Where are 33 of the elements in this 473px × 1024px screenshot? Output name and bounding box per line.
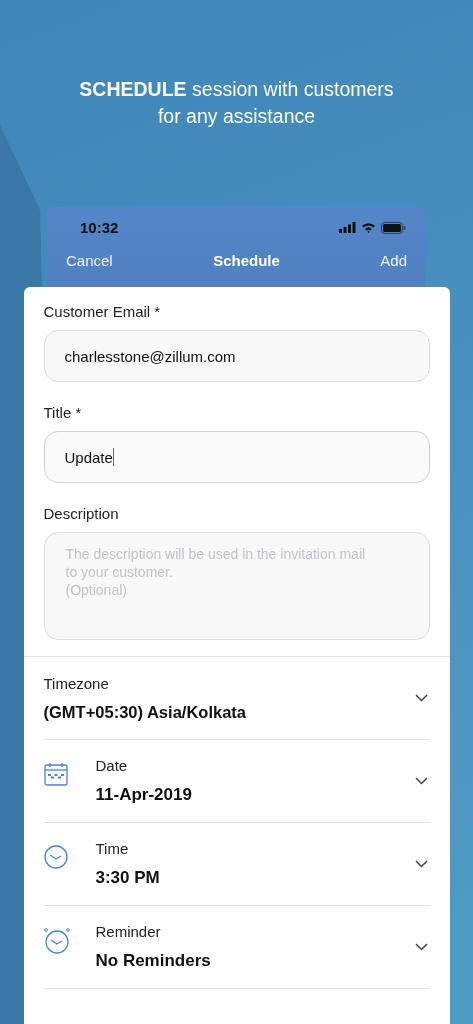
- field-label: Customer Email *: [43, 303, 162, 320]
- chevron-down-icon: [414, 694, 428, 702]
- picker-value: (GMT+05:30) Asia/Kolkata: [43, 702, 247, 722]
- battery-icon: [381, 221, 406, 234]
- description-field[interactable]: The description will be used in the invitation mail to your customer. (Optional): [43, 532, 430, 640]
- status-time: 10:32: [80, 219, 119, 236]
- signal-icon: [339, 222, 356, 233]
- picker-row[interactable]: Time 3:30 PM: [43, 823, 430, 906]
- field-label: Description: [43, 505, 120, 522]
- screen-title: Schedule: [213, 252, 280, 269]
- picker-value: 3:30 PM: [95, 868, 161, 888]
- chevron-down-icon: [414, 943, 428, 951]
- picker-row[interactable]: Date 11-Apr-2019: [43, 740, 430, 823]
- clock-icon: [43, 845, 68, 869]
- input-field[interactable]: Update: [43, 431, 430, 483]
- chevron-down-icon: [414, 777, 428, 785]
- picker-row[interactable]: Reminder No Reminders: [43, 906, 430, 989]
- picker-row[interactable]: Timezone (GMT+05:30) Asia/Kolkata: [43, 657, 430, 740]
- wifi-icon: [361, 222, 376, 233]
- picker-label: Date: [95, 757, 129, 774]
- field-label: Title *: [43, 404, 83, 421]
- add-button[interactable]: Add: [380, 252, 407, 269]
- picker-label: Time: [95, 840, 130, 857]
- calendar-icon: [43, 762, 68, 786]
- chevron-down-icon: [414, 860, 428, 868]
- headline: SCHEDULE session with customers for any assistance: [78, 77, 395, 129]
- alarm-clock-icon: [43, 928, 70, 954]
- picker-value: 11-Apr-2019: [95, 785, 193, 805]
- picker-value: No Reminders: [95, 951, 212, 971]
- picker-label: Reminder: [95, 923, 162, 940]
- input-field[interactable]: charlesstone@zillum.com: [43, 330, 430, 382]
- picker-label: Timezone: [43, 674, 110, 692]
- cancel-button[interactable]: Cancel: [66, 252, 113, 269]
